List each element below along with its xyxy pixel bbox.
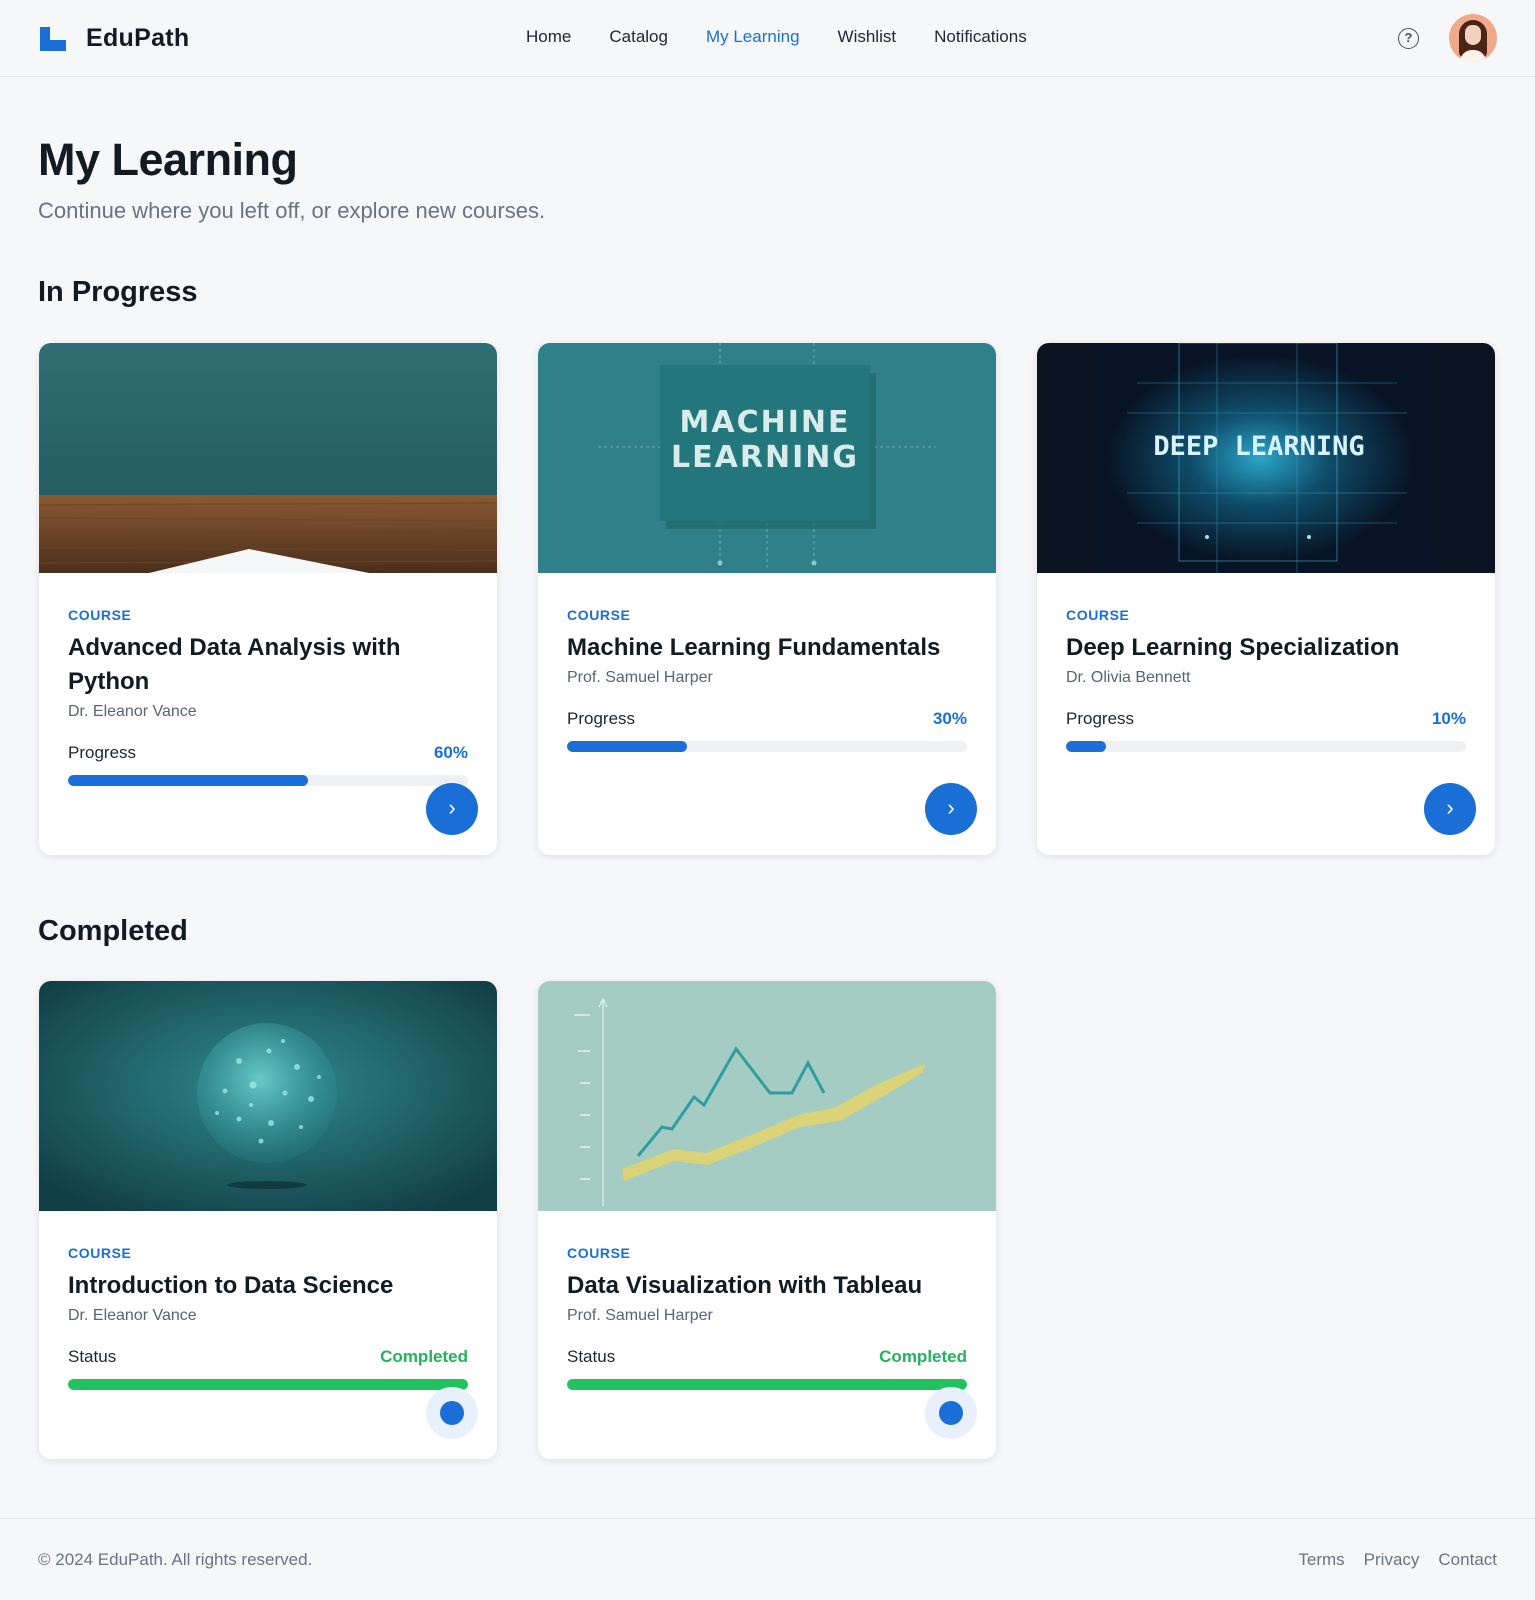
course-instructor: Dr. Eleanor Vance xyxy=(68,703,197,720)
footer-link-terms[interactable]: Terms xyxy=(1298,1550,1344,1570)
course-title[interactable]: Advanced Data Analysis with Python xyxy=(68,631,468,699)
progress-bar xyxy=(567,1379,967,1390)
course-type-tag: COURSE xyxy=(1066,607,1130,623)
course-card-data-visualization-with-tableau[interactable]: COURSE Data Visualization with Tableau P… xyxy=(538,981,996,1459)
course-options-button[interactable] xyxy=(925,1387,977,1439)
progress-value: 60% xyxy=(433,743,468,762)
section-title-in-progress: In Progress xyxy=(38,276,198,308)
course-card-introduction-to-data-science[interactable]: COURSE Introduction to Data Science Dr. … xyxy=(39,981,497,1459)
footer-link-contact[interactable]: Contact xyxy=(1438,1550,1497,1570)
progress-bar-fill xyxy=(68,775,308,786)
progress-bar-fill xyxy=(567,1379,967,1390)
progress-bar-fill xyxy=(1066,741,1106,752)
status-label: Status xyxy=(68,1347,117,1366)
course-type-tag: COURSE xyxy=(68,607,132,623)
main-nav: Home Catalog My Learning Wishlist Notifi… xyxy=(526,27,1065,47)
progress-value: 10% xyxy=(1431,709,1466,728)
course-title[interactable]: Introduction to Data Science xyxy=(68,1269,468,1303)
nav-my-learning[interactable]: My Learning xyxy=(706,27,800,47)
progress-bar-fill xyxy=(567,741,687,752)
course-thumbnail: MACHINE LEARNING xyxy=(538,343,996,573)
top-navigation-bar: EduPath Home Catalog My Learning Wishlis… xyxy=(0,0,1535,77)
course-instructor: Dr. Olivia Bennett xyxy=(1066,669,1191,686)
brand-name: EduPath xyxy=(86,24,190,52)
progress-bar xyxy=(567,741,967,752)
thumbnail-text: LEARNING xyxy=(671,440,859,475)
course-type-tag: COURSE xyxy=(567,1245,631,1261)
course-instructor: Prof. Samuel Harper xyxy=(567,669,713,686)
progress-bar-fill xyxy=(68,1379,468,1390)
course-card-advanced-data-analysis[interactable]: COURSE Advanced Data Analysis with Pytho… xyxy=(39,343,497,855)
course-type-tag: COURSE xyxy=(68,1245,132,1261)
course-options-button[interactable] xyxy=(426,1387,478,1439)
course-instructor: Dr. Eleanor Vance xyxy=(68,1307,197,1324)
continue-course-button[interactable]: › xyxy=(426,783,478,835)
course-type-tag: COURSE xyxy=(567,607,631,623)
status-label: Status xyxy=(567,1347,616,1366)
progress-label: Progress xyxy=(68,743,137,762)
course-thumbnail xyxy=(39,981,497,1211)
status-value: Completed xyxy=(380,1347,468,1366)
progress-label: Progress xyxy=(1066,709,1135,728)
progress-value: 30% xyxy=(932,709,967,728)
continue-course-button[interactable]: › xyxy=(925,783,977,835)
course-thumbnail xyxy=(538,981,996,1211)
section-title-completed: Completed xyxy=(38,915,188,947)
course-instructor: Prof. Samuel Harper xyxy=(567,1307,713,1324)
course-title[interactable]: Deep Learning Specialization xyxy=(1066,631,1466,665)
progress-label: Progress xyxy=(567,709,636,728)
thumbnail-text: DEEP LEARNING xyxy=(1153,431,1364,462)
course-card-deep-learning-specialization[interactable]: DEEP LEARNING COURSE Deep Learning Speci… xyxy=(1037,343,1495,855)
help-icon[interactable]: ? xyxy=(1398,28,1419,49)
course-card-machine-learning-fundamentals[interactable]: MACHINE LEARNING COURSE Machine Learning… xyxy=(538,343,996,855)
copyright-text: © 2024 EduPath. All rights reserved. xyxy=(38,1550,313,1569)
nav-catalog[interactable]: Catalog xyxy=(609,27,668,47)
footer-links: Terms Privacy Contact xyxy=(1279,1550,1497,1570)
footer-link-privacy[interactable]: Privacy xyxy=(1364,1550,1420,1570)
page-footer: © 2024 EduPath. All rights reserved. Ter… xyxy=(0,1518,1535,1600)
course-thumbnail xyxy=(39,343,497,573)
progress-bar xyxy=(68,775,468,786)
thumbnail-text: MACHINE xyxy=(680,405,851,440)
brand-logo[interactable]: EduPath xyxy=(40,24,190,53)
status-value: Completed xyxy=(879,1347,967,1366)
progress-bar xyxy=(68,1379,468,1390)
course-thumbnail: DEEP LEARNING xyxy=(1037,343,1495,573)
nav-wishlist[interactable]: Wishlist xyxy=(838,27,897,47)
page-title: My Learning xyxy=(38,134,298,185)
nav-notifications[interactable]: Notifications xyxy=(934,27,1027,47)
page-subtitle: Continue where you left off, or explore … xyxy=(38,198,546,223)
nav-home[interactable]: Home xyxy=(526,27,571,47)
edupath-logo-icon xyxy=(40,26,66,51)
continue-course-button[interactable]: › xyxy=(1424,783,1476,835)
course-title[interactable]: Machine Learning Fundamentals xyxy=(567,631,967,665)
course-title[interactable]: Data Visualization with Tableau xyxy=(567,1269,967,1303)
user-avatar[interactable] xyxy=(1449,14,1497,62)
progress-bar xyxy=(1066,741,1466,752)
